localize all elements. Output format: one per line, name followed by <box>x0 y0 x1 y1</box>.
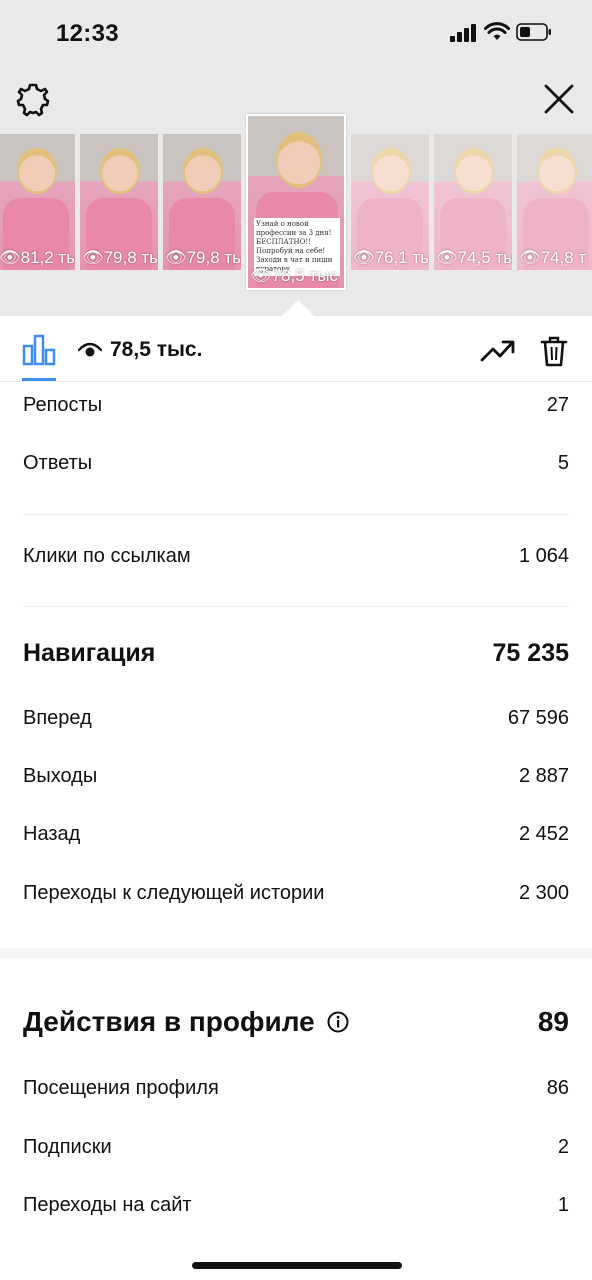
stat-label: Репосты <box>23 393 103 416</box>
stat-row-website-taps: Переходы на сайт 1 <box>23 1190 569 1220</box>
stat-label: Клики по ссылкам <box>23 544 191 567</box>
battery-icon <box>516 23 551 41</box>
section-title: Действия в профиле <box>23 1006 349 1038</box>
stat-value: 2 887 <box>518 764 569 787</box>
trash-icon[interactable] <box>540 335 568 367</box>
section-title: Навигация <box>23 638 156 667</box>
story-thumbnail[interactable]: 👁74,8 т <box>517 134 592 270</box>
stat-value: 1 <box>557 1193 569 1216</box>
stat-row-forward: Вперед 67 596 <box>23 703 569 733</box>
stories-strip: 👁81,2 ты 👁79,8 ты 👁79,8 тыс Узнай о ново… <box>0 112 592 292</box>
stat-label: Подписки <box>23 1135 112 1158</box>
navigation-header: Навигация 75 235 <box>23 636 569 670</box>
divider <box>23 606 569 607</box>
story-thumbnail-selected[interactable]: Узнай о новой профессии за 3 дня! БЕСПЛА… <box>246 114 346 290</box>
home-indicator[interactable] <box>192 1262 402 1269</box>
stat-row-replies: Ответы 5 <box>23 448 569 478</box>
stats-header: 78,5 тыс. <box>0 316 592 382</box>
active-tab-indicator <box>22 378 56 381</box>
stat-value: 1 064 <box>518 544 569 567</box>
status-bar: 12:33 <box>0 0 592 68</box>
stat-row-back: Назад 2 452 <box>23 819 569 849</box>
stat-value: 27 <box>546 393 569 416</box>
cellular-signal-icon <box>450 24 478 42</box>
stat-value: 2 <box>557 1135 569 1158</box>
story-thumbnail[interactable]: 👁74,5 ты <box>434 134 512 270</box>
info-icon[interactable] <box>327 1011 349 1033</box>
story-views: 👁74,8 т <box>519 248 587 267</box>
stat-value: 86 <box>546 1076 569 1099</box>
section-title-text: Действия в профиле <box>23 1006 315 1037</box>
bar-chart-icon[interactable] <box>22 334 56 366</box>
stat-label: Переходы к следующей истории <box>23 881 325 904</box>
stat-value: 5 <box>557 451 569 474</box>
wifi-icon <box>484 22 510 40</box>
status-time: 12:33 <box>56 20 119 47</box>
story-views: 👁81,2 ты <box>0 248 75 267</box>
story-views: 👁78,5 тыс <box>250 266 338 285</box>
stat-value: 2 300 <box>518 881 569 904</box>
section-total: 89 <box>537 1006 569 1037</box>
stat-row-reposts: Репосты 27 <box>23 390 569 420</box>
section-total: 75 235 <box>492 638 569 667</box>
stat-label: Посещения профиля <box>23 1076 219 1099</box>
stat-label: Выходы <box>23 764 98 787</box>
stat-row-follows: Подписки 2 <box>23 1132 569 1162</box>
trending-up-icon[interactable] <box>480 338 516 364</box>
stat-label: Ответы <box>23 451 93 474</box>
eye-icon <box>78 342 102 357</box>
story-views: 👁79,8 ты <box>82 248 158 267</box>
stat-label: Переходы на сайт <box>23 1193 192 1216</box>
stat-value: 2 452 <box>518 822 569 845</box>
profile-actions-header: Действия в профиле 89 <box>23 1002 569 1042</box>
story-thumbnail[interactable]: 👁76,1 ты <box>351 134 429 270</box>
section-separator <box>0 948 592 958</box>
stat-row-link-clicks: Клики по ссылкам 1 064 <box>23 541 569 571</box>
story-thumbnail[interactable]: 👁79,8 тыс <box>163 134 241 270</box>
total-views: 78,5 тыс. <box>110 338 203 361</box>
stat-value: 67 596 <box>507 706 569 729</box>
stat-row-next-story: Переходы к следующей истории 2 300 <box>23 878 569 908</box>
stat-row-profile-visits: Посещения профиля 86 <box>23 1073 569 1103</box>
story-views: 👁74,5 ты <box>436 248 512 267</box>
story-views: 👁76,1 ты <box>353 248 429 267</box>
stat-row-exits: Выходы 2 887 <box>23 761 569 791</box>
story-thumbnail[interactable]: 👁79,8 ты <box>80 134 158 270</box>
story-views: 👁79,8 тыс <box>165 248 241 267</box>
divider <box>23 514 569 515</box>
stat-label: Назад <box>23 822 81 845</box>
story-thumbnail[interactable]: 👁81,2 ты <box>0 134 75 270</box>
selection-pointer <box>282 300 314 316</box>
stat-label: Вперед <box>23 706 92 729</box>
